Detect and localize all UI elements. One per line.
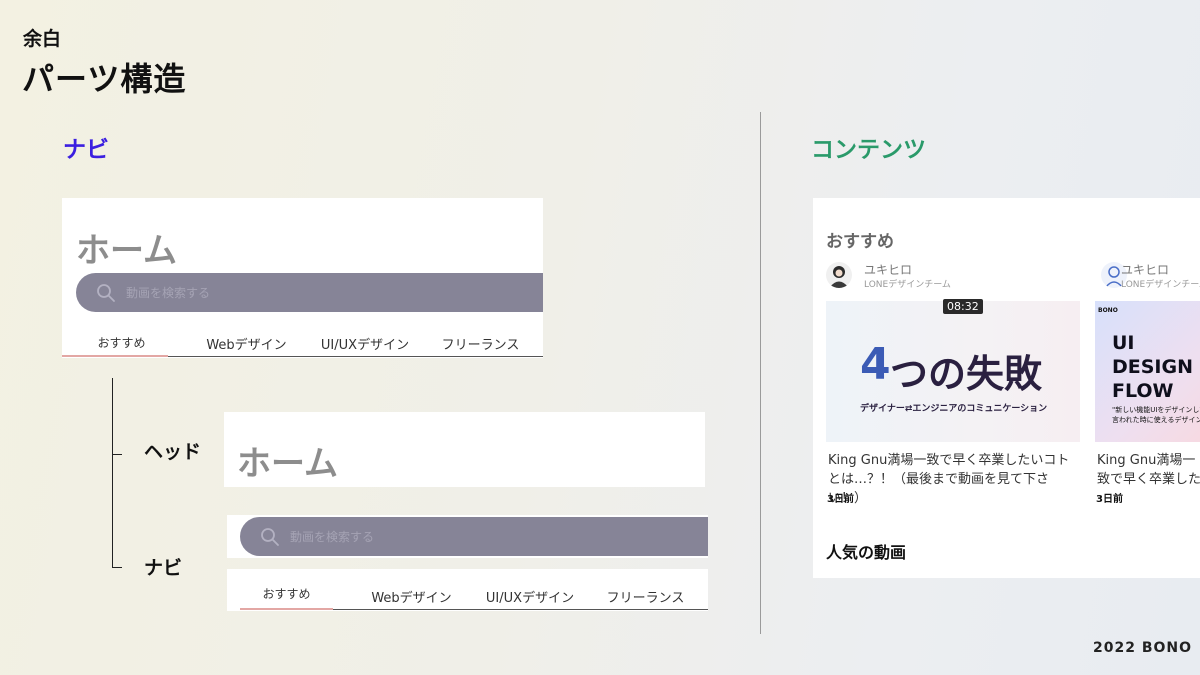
tree-branch-head	[112, 454, 122, 455]
author-name[interactable]: ユキヒロ	[864, 261, 912, 278]
vertical-divider	[760, 112, 761, 634]
tree-label-nav: ナビ	[144, 557, 183, 579]
author-team: LONEデザインチーム	[864, 280, 951, 290]
tab-web-design[interactable]: Webデザイン	[346, 587, 477, 606]
tab-uiux-design[interactable]: UI/UXデザイン	[312, 334, 418, 353]
thumbnail-headline: UI DESIGN FLOW	[1112, 332, 1194, 402]
avatar-person-icon	[829, 266, 849, 288]
slide-title: パーツ構造	[22, 60, 187, 98]
thumbnail-subtitle: デザイナー⇄エンジニアのコミュニケーション	[860, 404, 1048, 414]
section-heading-nav: ナビ	[63, 137, 109, 163]
active-tab-indicator	[62, 355, 168, 357]
avatar[interactable]	[826, 262, 852, 288]
video-duration-badge: 08:32	[943, 299, 983, 314]
section-heading-content: コンテンツ	[811, 137, 926, 163]
tab-osusume[interactable]: おすすめ	[227, 585, 346, 606]
content-mock-card: おすすめ ユキヒロ LONEデザインチーム ユキヒロ LONEデザインチーム 4…	[813, 198, 1200, 578]
nav-part-search-placeholder: 動画を検索する	[290, 530, 375, 544]
head-home-title: ホーム	[237, 444, 338, 484]
nav-part-tab-bar: おすすめ Webデザイン UI/UXデザイン フリーランス	[227, 587, 708, 606]
nav-mock-card: ホーム 動画を検索する おすすめ Webデザイン UI/UXデザイン フリーラン…	[62, 198, 543, 358]
tab-web-design[interactable]: Webデザイン	[181, 334, 312, 353]
tab-freelance[interactable]: フリーランス	[418, 334, 543, 353]
nav-part-search-input[interactable]: 動画を検索する	[240, 517, 708, 556]
thumbnail-headline-number: 4	[860, 339, 891, 390]
video-thumbnail[interactable]: 4 つの失敗 デザイナー⇄エンジニアのコミュニケーション	[826, 301, 1080, 442]
author-team: LONEデザインチーム	[1121, 280, 1200, 290]
thumbnail-headline: つの失敗	[890, 352, 1043, 396]
video-posted-time: 3日前	[1096, 494, 1123, 505]
tree-branch-nav	[112, 567, 122, 568]
popular-videos-heading: 人気の動画	[826, 543, 907, 562]
thumbnail-subtitle: "新しい機能UIをデザインして"と言われた時に使えるデザイン	[1112, 406, 1200, 424]
tree-label-head: ヘッド	[144, 441, 202, 463]
tab-osusume[interactable]: おすすめ	[62, 334, 181, 353]
video-title[interactable]: King Gnu満場一致で早く卒業したいコトとは…？！（最後まで動画を見て下さい…	[828, 451, 1078, 508]
nav-part-tabs-card: おすすめ Webデザイン UI/UXデザイン フリーランス	[227, 569, 708, 611]
tab-uiux-design[interactable]: UI/UXデザイン	[477, 587, 583, 606]
slide-subtitle: 余白	[23, 28, 62, 50]
nav-part-active-tab-indicator	[240, 608, 333, 610]
video-title[interactable]: King Gnu満場一致で早く卒業したいコトとは…？！（最後まで動画を見て下さい…	[1097, 451, 1200, 489]
recommend-heading: おすすめ	[826, 232, 894, 252]
search-input[interactable]: 動画を検索する	[76, 273, 543, 312]
search-placeholder: 動画を検索する	[126, 286, 211, 300]
video-posted-time: 3日前	[827, 494, 854, 505]
search-icon	[97, 283, 115, 302]
thumbnail-brand: BONO	[1098, 307, 1118, 314]
nav-part-search-card: 動画を検索する	[227, 515, 708, 558]
search-icon	[261, 527, 279, 546]
tree-vertical-line	[112, 378, 113, 568]
video-thumbnail[interactable]: BONO UI DESIGN FLOW "新しい機能UIをデザインして"と言われ…	[1095, 301, 1200, 442]
head-part-card: ホーム	[224, 412, 705, 487]
tab-freelance[interactable]: フリーランス	[583, 587, 708, 606]
author-name[interactable]: ユキヒロ	[1121, 261, 1169, 278]
footer-brand: 2022 BONO	[1093, 640, 1193, 656]
tab-bar: おすすめ Webデザイン UI/UXデザイン フリーランス	[62, 334, 543, 353]
page-title-home: ホーム	[76, 231, 177, 271]
